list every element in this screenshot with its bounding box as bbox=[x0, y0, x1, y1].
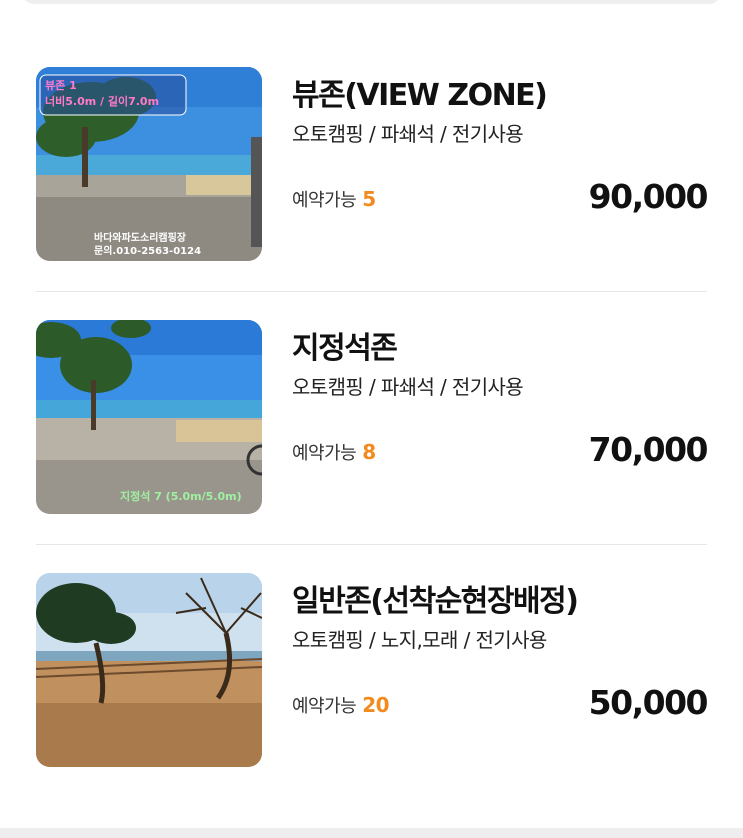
sand-photo-general-zone bbox=[36, 573, 262, 767]
availability-label: 예약가능 bbox=[292, 443, 357, 464]
availability: 예약가능 20 bbox=[292, 692, 390, 718]
availability-count: 20 bbox=[362, 693, 390, 717]
divider bbox=[36, 544, 707, 545]
site-title[interactable]: 일반존(선착순현장배정) bbox=[292, 576, 579, 620]
site-price: 50,000 bbox=[588, 683, 709, 722]
image-caption-size: 너비5.0m / 길이7.0m bbox=[45, 95, 160, 108]
availability-label: 예약가능 bbox=[292, 696, 357, 717]
site-price: 70,000 bbox=[588, 430, 709, 469]
top-card-edge bbox=[0, 0, 743, 4]
site-card-view-zone[interactable]: 뷰존 1 너비5.0m / 길이7.0m 바다와파도소리캠핑장 문의.010-2… bbox=[36, 67, 709, 261]
image-caption-site: 지정석 7 (5.0m/5.0m) bbox=[120, 490, 242, 503]
site-title[interactable]: 뷰존(VIEW ZONE) bbox=[292, 70, 548, 114]
site-thumbnail[interactable] bbox=[36, 573, 262, 767]
site-features: 오토캠핑 / 노지,모래 / 전기사용 bbox=[292, 628, 547, 652]
availability: 예약가능 8 bbox=[292, 439, 376, 465]
availability: 예약가능 5 bbox=[292, 186, 376, 212]
availability-label: 예약가능 bbox=[292, 190, 357, 211]
availability-count: 5 bbox=[362, 187, 376, 211]
divider bbox=[36, 291, 707, 292]
site-price: 90,000 bbox=[588, 177, 709, 216]
site-title[interactable]: 지정석존 bbox=[292, 323, 398, 367]
image-caption-zone: 뷰존 1 bbox=[45, 79, 77, 92]
site-features: 오토캠핑 / 파쇄석 / 전기사용 bbox=[292, 375, 524, 399]
site-thumbnail[interactable]: 뷰존 1 너비5.0m / 길이7.0m 바다와파도소리캠핑장 문의.010-2… bbox=[36, 67, 262, 261]
site-card-designated-zone[interactable]: 지정석 7 (5.0m/5.0m) 지정석존 오토캠핑 / 파쇄석 / 전기사용… bbox=[36, 320, 709, 514]
site-card-general-zone[interactable]: 일반존(선착순현장배정) 오토캠핑 / 노지,모래 / 전기사용 예약가능 20 … bbox=[36, 573, 709, 767]
availability-count: 8 bbox=[362, 440, 376, 464]
bottom-edge bbox=[0, 828, 743, 838]
site-features: 오토캠핑 / 파쇄석 / 전기사용 bbox=[292, 122, 524, 146]
beach-photo-designated-zone bbox=[36, 320, 262, 514]
site-thumbnail[interactable]: 지정석 7 (5.0m/5.0m) bbox=[36, 320, 262, 514]
image-caption-contact: 문의.010-2563-0124 bbox=[94, 246, 202, 257]
